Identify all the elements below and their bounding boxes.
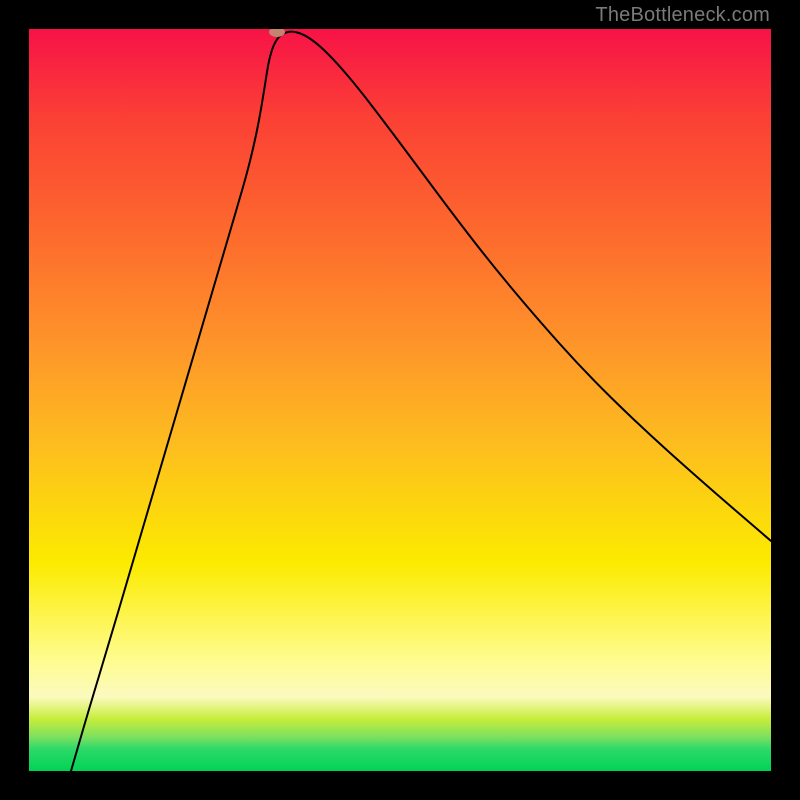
watermark-text: TheBottleneck.com — [595, 4, 770, 27]
chart-frame: TheBottleneck.com — [0, 0, 800, 800]
curve-layer — [29, 29, 771, 771]
bottleneck-curve — [71, 32, 771, 771]
min-point-marker — [269, 29, 285, 37]
plot-area — [29, 29, 771, 771]
